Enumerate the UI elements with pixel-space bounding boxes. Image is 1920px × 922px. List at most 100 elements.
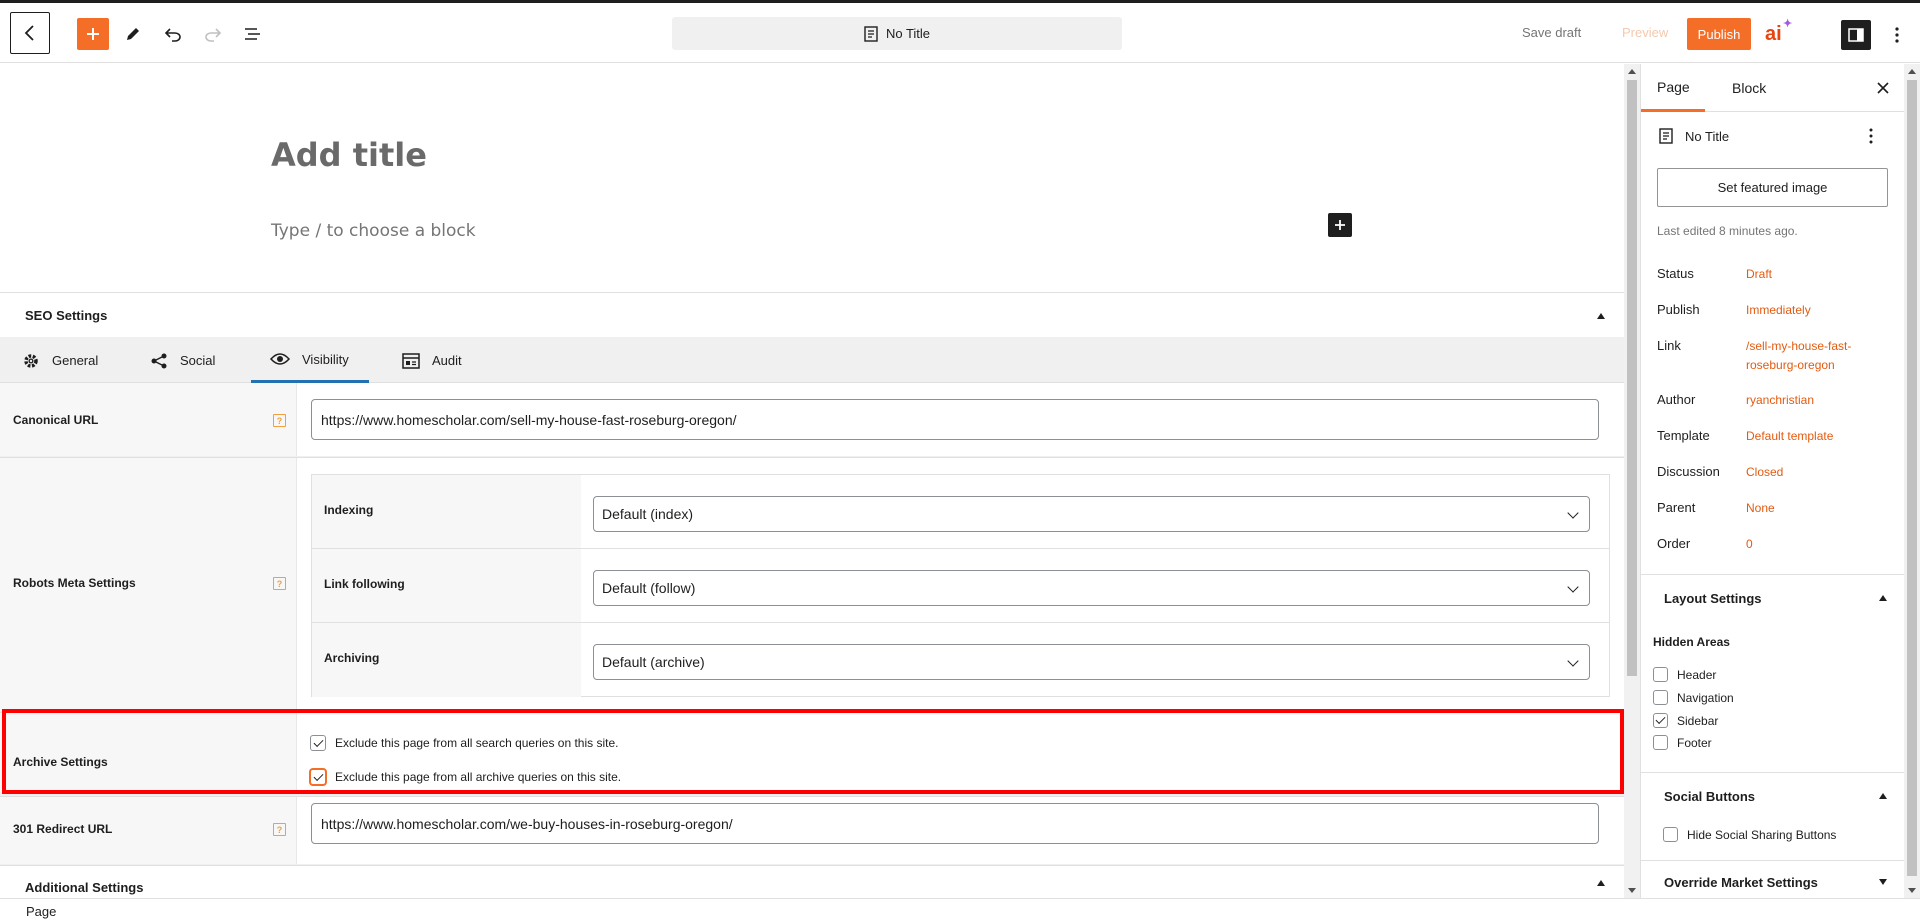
checkbox[interactable] [1663,827,1678,842]
scroll-up-arrow-icon[interactable] [1908,69,1916,74]
order-label: Order [1657,536,1691,551]
hide-social-sharing-option[interactable]: Hide Social Sharing Buttons [1663,827,1836,842]
gear-icon [24,353,38,368]
social-buttons-title[interactable]: Social Buttons [1664,789,1755,804]
redo-button[interactable] [197,18,229,50]
hide-navigation-option[interactable]: Navigation [1653,690,1734,705]
link-following-label: Link following [324,577,405,591]
help-icon[interactable]: ? [273,577,286,590]
undo-icon [164,28,181,42]
back-button[interactable] [10,12,50,54]
exclude-search-option[interactable]: Exclude this page from all search querie… [310,735,618,751]
checkbox[interactable] [1653,735,1668,750]
collapse-caret-icon[interactable] [1879,595,1887,601]
breadcrumb[interactable]: Page [26,904,56,919]
select-value: Default (index) [602,506,694,522]
order-value[interactable]: 0 [1746,535,1886,554]
scroll-up-arrow-icon[interactable] [1628,69,1636,74]
document-actions-button[interactable] [1869,128,1873,149]
checkbox[interactable] [1653,713,1668,728]
scrollbar-thumb[interactable] [1627,80,1637,676]
document-overview-button[interactable] [237,18,269,50]
canonical-url-input[interactable]: https://www.homescholar.com/sell-my-hous… [311,399,1599,440]
ai-assistant-button[interactable]: ai ✦ [1765,18,1792,46]
redirect-url-input[interactable]: https://www.homescholar.com/we-buy-house… [311,803,1599,844]
option-label: Hide Social Sharing Buttons [1687,827,1837,842]
collapse-caret-icon[interactable] [1597,880,1605,886]
plus-icon [87,28,99,40]
document-title-bar[interactable]: No Title [672,17,1122,50]
collapse-caret-icon[interactable] [1597,313,1605,319]
settings-sidebar-toggle[interactable] [1841,20,1871,50]
template-value[interactable]: Default template [1746,427,1886,446]
tab-block[interactable]: Block [1720,64,1778,112]
tools-button[interactable] [117,18,149,50]
block-placeholder[interactable]: Type / to choose a block [271,221,476,241]
select-value: Default (archive) [602,654,705,670]
publish-button[interactable]: Publish [1687,18,1751,50]
exclude-archive-label: Exclude this page from all archive queri… [335,770,622,784]
parent-label: Parent [1657,500,1696,515]
close-sidebar-button[interactable] [1873,78,1893,98]
additional-settings-header[interactable]: Additional Settings [0,865,1624,899]
publish-label: Publish [1657,302,1700,317]
tab-general[interactable]: General [22,338,108,383]
hide-sidebar-option[interactable]: Sidebar [1653,713,1718,728]
plus-icon [1335,220,1345,230]
template-label: Template [1657,428,1710,443]
indexing-select[interactable]: Default (index) [593,496,1590,532]
tab-audit[interactable]: Audit [402,338,462,383]
robots-meta-row: Robots Meta Settings ? Indexing Default … [0,457,1624,711]
option-label: Footer [1677,735,1712,750]
tab-label: Social [180,353,216,368]
archiving-select[interactable]: Default (archive) [593,644,1590,680]
sidebar-scrollbar[interactable] [1904,64,1920,898]
exclude-archive-option[interactable]: Exclude this page from all archive queri… [310,769,621,785]
checkbox[interactable] [1653,667,1668,682]
tab-page[interactable]: Page [1641,64,1705,112]
hide-footer-option[interactable]: Footer [1653,735,1712,750]
save-draft-button[interactable]: Save draft [1522,25,1581,40]
layout-settings-title[interactable]: Layout Settings [1664,591,1762,606]
author-value[interactable]: ryanchristian [1746,391,1886,410]
archiving-row: Archiving Default (archive) [312,623,1609,697]
preview-button[interactable]: Preview [1622,25,1668,40]
scrollbar-thumb[interactable] [1907,80,1917,876]
ai-logo-text: ai [1765,23,1782,45]
page-icon [1659,128,1673,144]
help-icon[interactable]: ? [273,823,286,836]
settings-sidebar: Page Block No Title Set featured image L… [1640,64,1904,898]
rt-label-cell: Archiving [312,623,581,697]
parent-value[interactable]: None [1746,499,1886,518]
link-following-select[interactable]: Default (follow) [593,570,1590,606]
exclude-search-checkbox[interactable] [310,735,326,751]
checkbox[interactable] [1653,690,1668,705]
check-icon [1655,714,1666,725]
editor-footer: Page [0,898,1920,922]
hide-header-option[interactable]: Header [1653,667,1716,682]
expand-caret-icon[interactable] [1879,879,1887,885]
set-featured-image-button[interactable]: Set featured image [1657,168,1888,207]
add-block-button[interactable] [77,18,109,50]
editor-scrollbar[interactable] [1624,64,1640,898]
post-title-input[interactable]: Add title [271,136,427,174]
scroll-down-arrow-icon[interactable] [1908,888,1916,893]
collapse-caret-icon[interactable] [1879,793,1887,799]
inline-add-block-button[interactable] [1328,213,1352,237]
publish-value[interactable]: Immediately [1746,301,1886,320]
discussion-value[interactable]: Closed [1746,463,1886,482]
canonical-url-label: Canonical URL [13,413,99,427]
scroll-down-arrow-icon[interactable] [1628,888,1636,893]
tab-social[interactable]: Social [150,338,215,383]
seo-settings-header[interactable]: SEO Settings [0,293,1624,338]
exclude-archive-checkbox[interactable] [310,769,326,785]
link-value[interactable]: /sell-my-house-fast-roseburg-oregon [1746,337,1871,375]
link-following-row: Link following Default (follow) [312,549,1609,623]
canonical-url-row: Canonical URL ? https://www.homescholar.… [0,383,1624,456]
options-menu-button[interactable] [1887,20,1907,50]
help-icon[interactable]: ? [273,414,286,427]
undo-button[interactable] [157,18,189,50]
tab-visibility[interactable]: Visibility [251,338,369,383]
status-value[interactable]: Draft [1746,265,1886,284]
override-market-title[interactable]: Override Market Settings [1664,875,1818,890]
